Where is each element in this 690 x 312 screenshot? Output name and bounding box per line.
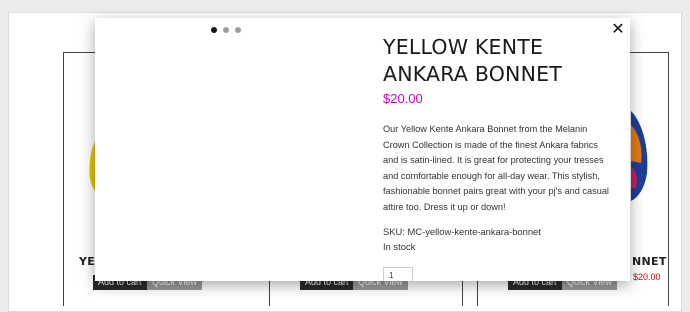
product-thumbnail[interactable] (631, 111, 651, 201)
quick-view-modal: ✕ YELLOW KENTE ANKARA BONNET $20.00 Our … (95, 18, 630, 281)
product-title: YELLOW KENTE ANKARA BONNET (383, 35, 563, 86)
product-description: Our Yellow Kente Ankara Bonnet from the … (383, 124, 609, 212)
quantity-input[interactable]: 1 (383, 267, 413, 281)
stock-status: In stock (383, 241, 416, 252)
image-slider-dots (211, 27, 241, 33)
slider-dot[interactable] (211, 27, 217, 33)
product-price: $20.00 (633, 272, 661, 282)
product-sku: SKU: MC-yellow-kente-ankara-bonnet (383, 226, 541, 237)
product-title[interactable]: NNET (632, 255, 667, 268)
product-price: $20.00 (383, 91, 423, 106)
slider-dot[interactable] (223, 27, 229, 33)
slider-dot[interactable] (235, 27, 241, 33)
